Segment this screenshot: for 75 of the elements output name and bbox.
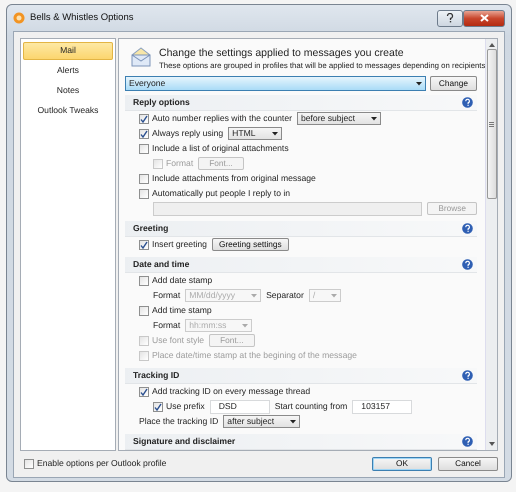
- help-icon: [462, 259, 473, 270]
- checkbox-label: Format: [166, 158, 194, 168]
- sidebar-item[interactable]: Notes: [23, 82, 113, 100]
- sidebar-item[interactable]: Mail: [23, 42, 113, 60]
- scroll-down-icon[interactable]: [488, 442, 494, 446]
- checkbox-label: Always reply using: [152, 128, 224, 138]
- help-icon: [446, 13, 454, 23]
- field-label: Format: [153, 320, 180, 330]
- section-title: Greeting: [133, 224, 168, 234]
- field-label: Format: [153, 290, 180, 300]
- checkbox[interactable]: [139, 386, 149, 397]
- dropdown[interactable]: after subject: [223, 415, 300, 428]
- checkbox-label: Enable options per Outlook profile: [37, 459, 166, 469]
- checkbox[interactable]: [24, 458, 34, 469]
- checkbox-label: Insert greeting: [152, 240, 207, 250]
- window-title: Bells & Whistles Options: [30, 12, 134, 24]
- caret-icon: [416, 82, 422, 86]
- section-title: Tracking ID: [133, 370, 180, 380]
- button[interactable]: Greeting settings: [212, 238, 289, 252]
- dialog-button[interactable]: Cancel: [438, 457, 498, 471]
- dialog-button[interactable]: OK: [372, 457, 432, 471]
- checkbox[interactable]: [139, 188, 149, 199]
- checkbox[interactable]: [139, 128, 149, 139]
- help-icon: [462, 223, 473, 234]
- grip-icon: [489, 122, 494, 126]
- checkbox-label: Add date stamp: [152, 276, 212, 286]
- scrollbar[interactable]: [485, 39, 497, 450]
- checkbox-label: Add time stamp: [152, 306, 212, 316]
- section-title: Reply options: [133, 98, 190, 108]
- checkbox-label: Include attachments from original message: [152, 174, 316, 184]
- checkbox[interactable]: [139, 240, 149, 250]
- help-icon: [462, 370, 473, 382]
- sidebar-item[interactable]: Alerts: [23, 62, 113, 80]
- dropdown[interactable]: HTML: [228, 127, 282, 140]
- caret-icon: [242, 324, 248, 328]
- checkbox[interactable]: [153, 402, 163, 412]
- checkmark-icon: [140, 240, 148, 249]
- scroll-up-icon[interactable]: [488, 43, 494, 47]
- field-label: Separator: [266, 290, 304, 300]
- checkbox[interactable]: [139, 114, 149, 124]
- checkbox-label: Use font style: [152, 336, 204, 346]
- checkbox-label: Place date/time stamp at the begining of the message: [152, 350, 357, 360]
- header-title: Change the settings applied to messages you create: [159, 47, 405, 60]
- caret-icon: [370, 116, 377, 121]
- caret-icon: [272, 132, 278, 136]
- checkbox[interactable]: [139, 174, 149, 184]
- checkbox[interactable]: [139, 144, 149, 154]
- caret-icon: [331, 294, 338, 298]
- checkbox-label: Include a list of original attachments: [152, 144, 289, 154]
- change-button[interactable]: Change: [430, 76, 477, 92]
- field-label: Start counting from: [274, 402, 348, 412]
- checkbox-label: Add tracking ID on every message thread: [152, 386, 310, 396]
- checkbox-label: Auto number replies with the counter: [152, 114, 292, 124]
- text-field[interactable]: DSD: [210, 400, 270, 414]
- profile-dropdown[interactable]: Everyone: [125, 76, 426, 92]
- checkbox[interactable]: [139, 306, 149, 316]
- checkbox[interactable]: [139, 276, 149, 286]
- close-icon: [480, 14, 488, 22]
- checkbox-label: Use prefix: [166, 402, 205, 412]
- close-button[interactable]: [463, 10, 505, 26]
- section-title: Signature and disclaimer: [133, 436, 236, 446]
- envelope-icon: [131, 47, 151, 67]
- help-button[interactable]: [437, 10, 463, 26]
- help-icon: [462, 97, 473, 108]
- sidebar-item[interactable]: Outlook Tweaks: [23, 102, 113, 120]
- caret-icon: [251, 294, 258, 298]
- dropdown[interactable]: before subject: [296, 112, 381, 126]
- field-label: Place the tracking ID: [139, 416, 218, 426]
- app-icon: [13, 12, 25, 24]
- help-icon: [462, 436, 473, 448]
- text-field[interactable]: 103157: [352, 400, 412, 414]
- scroll-thumb[interactable]: [486, 49, 496, 199]
- section-title: Date and time: [133, 260, 190, 270]
- caret-icon: [290, 420, 296, 424]
- checkbox-label: Automatically put people I reply to in: [152, 188, 290, 198]
